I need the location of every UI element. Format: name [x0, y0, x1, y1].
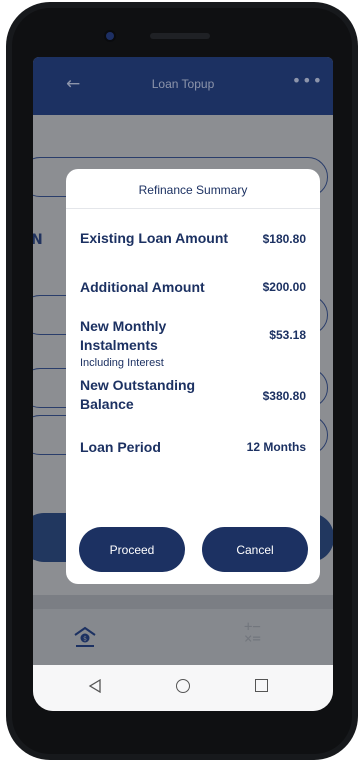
- loan-period-label: Loan Period: [80, 439, 161, 455]
- background-field-initial: S: [33, 167, 34, 183]
- cancel-button[interactable]: Cancel: [202, 527, 308, 572]
- background-label-initial: N: [33, 232, 43, 248]
- dialog-divider: [66, 208, 320, 209]
- recent-square-icon[interactable]: [255, 679, 268, 692]
- back-triangle-icon[interactable]: [88, 679, 102, 693]
- including-interest-note: Including Interest: [80, 357, 164, 369]
- loan-period-value: 12 Months: [246, 440, 306, 454]
- home-money-icon[interactable]: $: [73, 625, 97, 649]
- earpiece-speaker: [150, 33, 210, 39]
- new-outstanding-balance-label: New Outstanding Balance: [80, 377, 196, 412]
- new-monthly-instalments-value: $53.18: [269, 328, 306, 342]
- bottom-divider-band: [33, 595, 333, 609]
- front-camera: [106, 32, 114, 40]
- existing-loan-amount-label: Existing Loan Amount: [80, 230, 229, 246]
- new-monthly-instalments-label: New Monthly Instalments: [80, 318, 167, 353]
- app-bar-title: Loan Topup: [151, 77, 215, 91]
- more-horizontal-icon[interactable]: •••: [292, 71, 323, 90]
- existing-loan-amount-value: $180.80: [262, 232, 306, 246]
- calculator-icon[interactable]: +− ×=: [244, 620, 261, 646]
- app-bar: ← Loan Topup •••: [33, 57, 333, 115]
- new-outstanding-balance-value: $380.80: [262, 389, 306, 403]
- proceed-button[interactable]: Proceed: [79, 527, 185, 572]
- svg-text:$: $: [83, 636, 87, 643]
- system-navigation-bar: [33, 665, 333, 711]
- additional-amount-label: Additional Amount: [80, 279, 205, 295]
- additional-amount-value: $200.00: [262, 280, 306, 294]
- refinance-summary-dialog: Refinance Summary Existing Loan Amount $…: [66, 169, 320, 584]
- home-circle-icon[interactable]: [176, 679, 190, 693]
- app-screen: ← Loan Topup ••• S N $ +−×= Refinance Su…: [33, 57, 333, 711]
- bottom-navigation: $ +− ×=: [33, 609, 333, 665]
- dialog-title: Refinance Summary: [138, 183, 248, 197]
